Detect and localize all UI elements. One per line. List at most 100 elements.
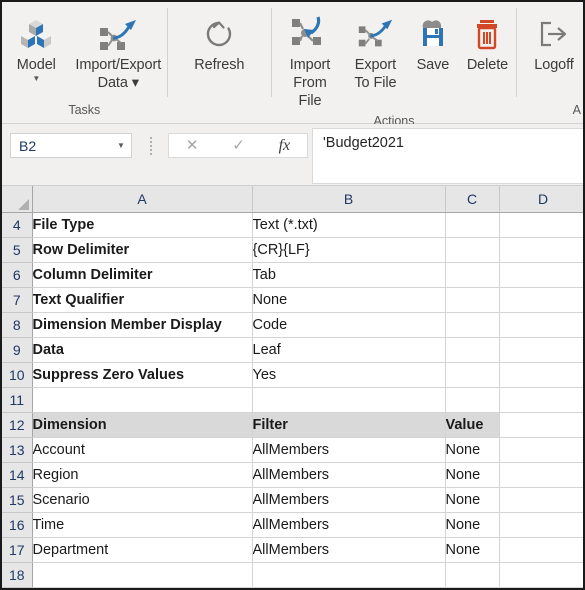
formula-input[interactable]: 'Budget2021 xyxy=(312,128,583,184)
logoff-button[interactable]: Logoff xyxy=(525,10,583,76)
cell-D5[interactable] xyxy=(499,237,583,263)
cell-C17[interactable]: None xyxy=(445,537,500,563)
cell-D11[interactable] xyxy=(499,387,583,413)
cell-B16[interactable]: AllMembers xyxy=(252,512,446,538)
row-header[interactable]: 8 xyxy=(2,312,33,338)
import-export-data-button[interactable]: Import/Export Data ▾ xyxy=(70,10,166,94)
table-row: 10 Suppress Zero Values Yes xyxy=(2,362,583,388)
cell-D15[interactable] xyxy=(499,487,583,513)
cell-B18[interactable] xyxy=(252,562,446,588)
cell-A7[interactable]: Text Qualifier xyxy=(32,287,253,313)
cell-A14[interactable]: Region xyxy=(32,462,253,488)
cell-C16[interactable]: None xyxy=(445,512,500,538)
chevron-down-icon[interactable]: ▼ xyxy=(111,141,131,150)
cell-A17[interactable]: Department xyxy=(32,537,253,563)
cell-D7[interactable] xyxy=(499,287,583,313)
cell-C8[interactable] xyxy=(445,312,500,338)
row-header[interactable]: 16 xyxy=(2,512,33,538)
cell-B10[interactable]: Yes xyxy=(252,362,446,388)
column-header-c[interactable]: C xyxy=(445,186,500,213)
cell-C9[interactable] xyxy=(445,337,500,363)
row-header[interactable]: 18 xyxy=(2,562,33,588)
cell-D12[interactable] xyxy=(499,412,583,438)
cell-C7[interactable] xyxy=(445,287,500,313)
row-header[interactable]: 15 xyxy=(2,487,33,513)
cell-C12[interactable]: Value xyxy=(445,412,500,438)
cell-B17[interactable]: AllMembers xyxy=(252,537,446,563)
cell-C11[interactable] xyxy=(445,387,500,413)
row-header[interactable]: 14 xyxy=(2,462,33,488)
cell-D13[interactable] xyxy=(499,437,583,463)
model-button[interactable]: Model ▼ xyxy=(2,10,70,86)
row-header[interactable]: 4 xyxy=(2,212,33,238)
row-header[interactable]: 6 xyxy=(2,262,33,288)
save-button[interactable]: Save xyxy=(407,10,459,76)
column-header-a[interactable]: A xyxy=(32,186,253,213)
cell-A10[interactable]: Suppress Zero Values xyxy=(32,362,253,388)
delete-button[interactable]: Delete xyxy=(459,10,516,76)
cell-A16[interactable]: Time xyxy=(32,512,253,538)
cell-D9[interactable] xyxy=(499,337,583,363)
select-all-corner[interactable] xyxy=(2,186,33,213)
cell-D14[interactable] xyxy=(499,462,583,488)
cancel-icon[interactable]: ✕ xyxy=(186,138,199,153)
cell-C4[interactable] xyxy=(445,212,500,238)
row-header[interactable]: 13 xyxy=(2,437,33,463)
cell-C18[interactable] xyxy=(445,562,500,588)
insert-function-icon[interactable]: fx xyxy=(279,137,291,154)
cell-D17[interactable] xyxy=(499,537,583,563)
row-header[interactable]: 10 xyxy=(2,362,33,388)
cell-A11[interactable] xyxy=(32,387,253,413)
cell-A5[interactable]: Row Delimiter xyxy=(32,237,253,263)
row-header[interactable]: 7 xyxy=(2,287,33,313)
cell-C5[interactable] xyxy=(445,237,500,263)
cell-B14[interactable]: AllMembers xyxy=(252,462,446,488)
row-header[interactable]: 17 xyxy=(2,537,33,563)
cell-B12[interactable]: Filter xyxy=(252,412,446,438)
refresh-button[interactable]: Refresh xyxy=(176,10,262,76)
column-header-d[interactable]: D xyxy=(499,186,583,213)
model-button-label: Model xyxy=(16,57,56,73)
cell-A8[interactable]: Dimension Member Display xyxy=(32,312,253,338)
cell-C10[interactable] xyxy=(445,362,500,388)
row-header[interactable]: 9 xyxy=(2,337,33,363)
accept-icon[interactable]: ✓ xyxy=(232,138,245,153)
cell-A15[interactable]: Scenario xyxy=(32,487,253,513)
cell-A4[interactable]: File Type xyxy=(32,212,253,238)
row-header[interactable]: 5 xyxy=(2,237,33,263)
chevron-down-icon[interactable]: ▼ xyxy=(32,74,40,84)
cell-B6[interactable]: Tab xyxy=(252,262,446,288)
cell-B7[interactable]: None xyxy=(252,287,446,313)
column-header-b[interactable]: B xyxy=(252,186,446,213)
cell-A12[interactable]: Dimension xyxy=(32,412,253,438)
cell-A9[interactable]: Data xyxy=(32,337,253,363)
cell-C15[interactable]: None xyxy=(445,487,500,513)
cell-A13[interactable]: Account xyxy=(32,437,253,463)
cell-D6[interactable] xyxy=(499,262,583,288)
cell-D18[interactable] xyxy=(499,562,583,588)
name-box[interactable]: B2 ▼ xyxy=(10,133,132,158)
cell-B11[interactable] xyxy=(252,387,446,413)
cell-B4[interactable]: Text (*.txt) xyxy=(252,212,446,238)
row-header[interactable]: 12 xyxy=(2,412,33,438)
cell-D8[interactable] xyxy=(499,312,583,338)
cell-C6[interactable] xyxy=(445,262,500,288)
export-to-file-button[interactable]: Export To File xyxy=(344,10,407,94)
import-from-file-button[interactable]: Import From File xyxy=(276,10,344,112)
formula-bar-handle[interactable] xyxy=(148,137,154,155)
cell-D4[interactable] xyxy=(499,212,583,238)
save-button-label: Save xyxy=(416,57,450,73)
cell-B15[interactable]: AllMembers xyxy=(252,487,446,513)
cell-D10[interactable] xyxy=(499,362,583,388)
cell-B8[interactable]: Code xyxy=(252,312,446,338)
cell-A18[interactable] xyxy=(32,562,253,588)
cell-D16[interactable] xyxy=(499,512,583,538)
cell-B13[interactable]: AllMembers xyxy=(252,437,446,463)
cell-C13[interactable]: None xyxy=(445,437,500,463)
row-header[interactable]: 11 xyxy=(2,387,33,413)
cell-B5[interactable]: {CR}{LF} xyxy=(252,237,446,263)
cell-A6[interactable]: Column Delimiter xyxy=(32,262,253,288)
column-header-row: A B C D xyxy=(2,186,583,213)
cell-B9[interactable]: Leaf xyxy=(252,337,446,363)
cell-C14[interactable]: None xyxy=(445,462,500,488)
